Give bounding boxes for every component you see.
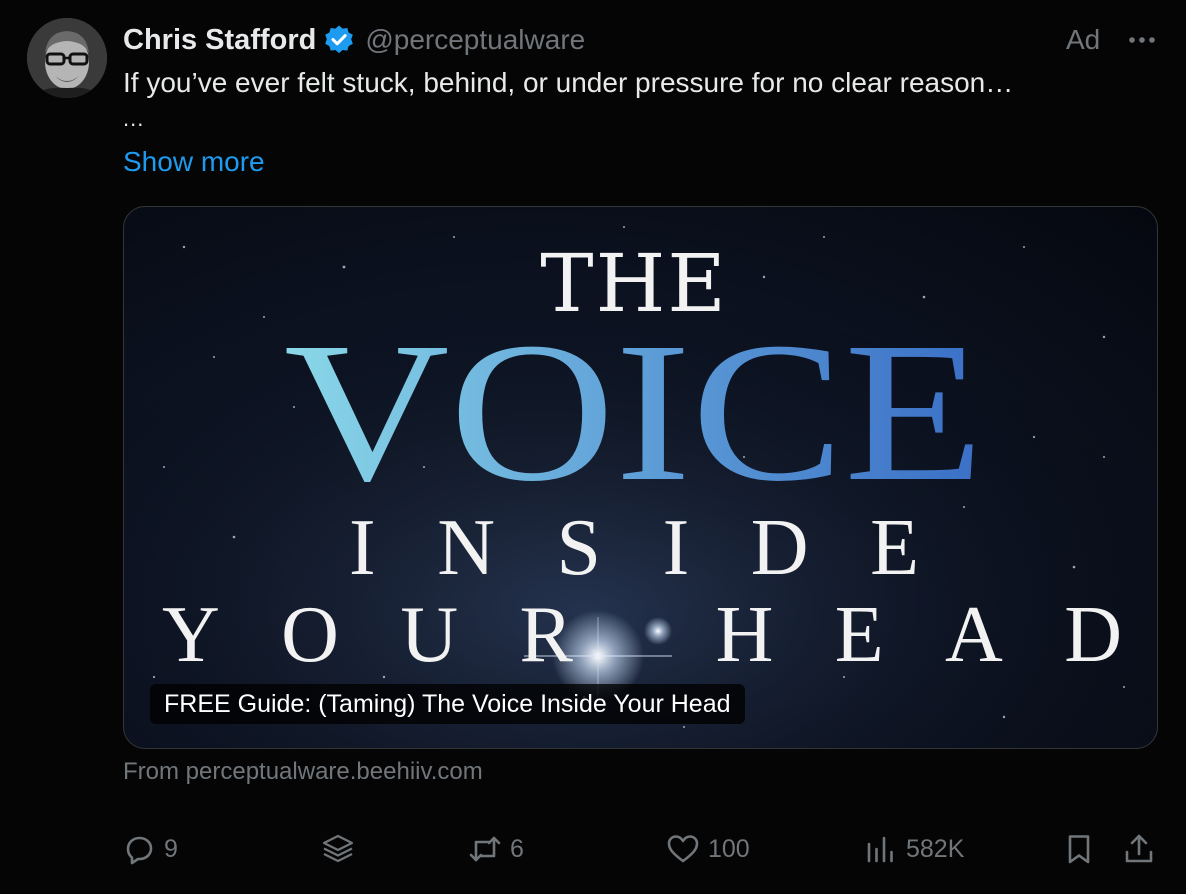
like-count: 100 (708, 834, 750, 863)
ad-label: Ad (1066, 24, 1101, 55)
source-link[interactable]: From perceptualware.beehiiv.com (123, 758, 483, 786)
more-dots-icon[interactable] (1124, 22, 1160, 58)
media-card[interactable]: THE VOICE INSIDE YOUR HEAD (123, 206, 1158, 749)
views-icon (867, 836, 893, 863)
author-name[interactable]: Chris Stafford (123, 24, 316, 57)
grok-icon (322, 834, 354, 863)
promo-title-your-head: YOUR HEAD (162, 591, 1122, 679)
avatar[interactable] (27, 18, 107, 98)
reply-button[interactable]: 9 (122, 824, 178, 874)
promo-title-voice: VOICE (284, 302, 984, 523)
views-button[interactable]: 582K (864, 824, 964, 874)
repost-button[interactable]: 6 (468, 824, 524, 874)
repost-count: 6 (510, 834, 524, 863)
author-handle[interactable]: @perceptualware (365, 24, 585, 56)
reply-count: 9 (164, 834, 178, 863)
promo-image: THE VOICE INSIDE YOUR HEAD (124, 207, 1157, 748)
share-icon (1125, 834, 1153, 863)
share-button[interactable] (1122, 824, 1156, 874)
like-button[interactable]: 100 (666, 824, 750, 874)
repost-icon (469, 836, 501, 862)
post-header: Chris Stafford @perceptualware (123, 20, 585, 60)
ad-post[interactable]: Chris Stafford @perceptualware Ad If you… (0, 0, 1186, 894)
media-caption: FREE Guide: (Taming) The Voice Inside Yo… (150, 684, 745, 724)
avatar-image (27, 18, 107, 98)
post-text: If you’ve ever felt stuck, behind, or un… (123, 67, 1014, 98)
bookmark-button[interactable] (1062, 824, 1096, 874)
verified-badge-icon[interactable] (323, 24, 355, 56)
views-count: 582K (906, 834, 965, 863)
truncation-ellipsis: ... (123, 106, 145, 131)
show-more-link[interactable]: Show more (123, 143, 265, 181)
bookmark-icon (1068, 835, 1090, 864)
reply-icon (126, 836, 153, 865)
action-bar: 9 6 100 582K (0, 824, 1186, 874)
heart-icon (667, 835, 699, 863)
grok-button[interactable] (321, 824, 355, 874)
